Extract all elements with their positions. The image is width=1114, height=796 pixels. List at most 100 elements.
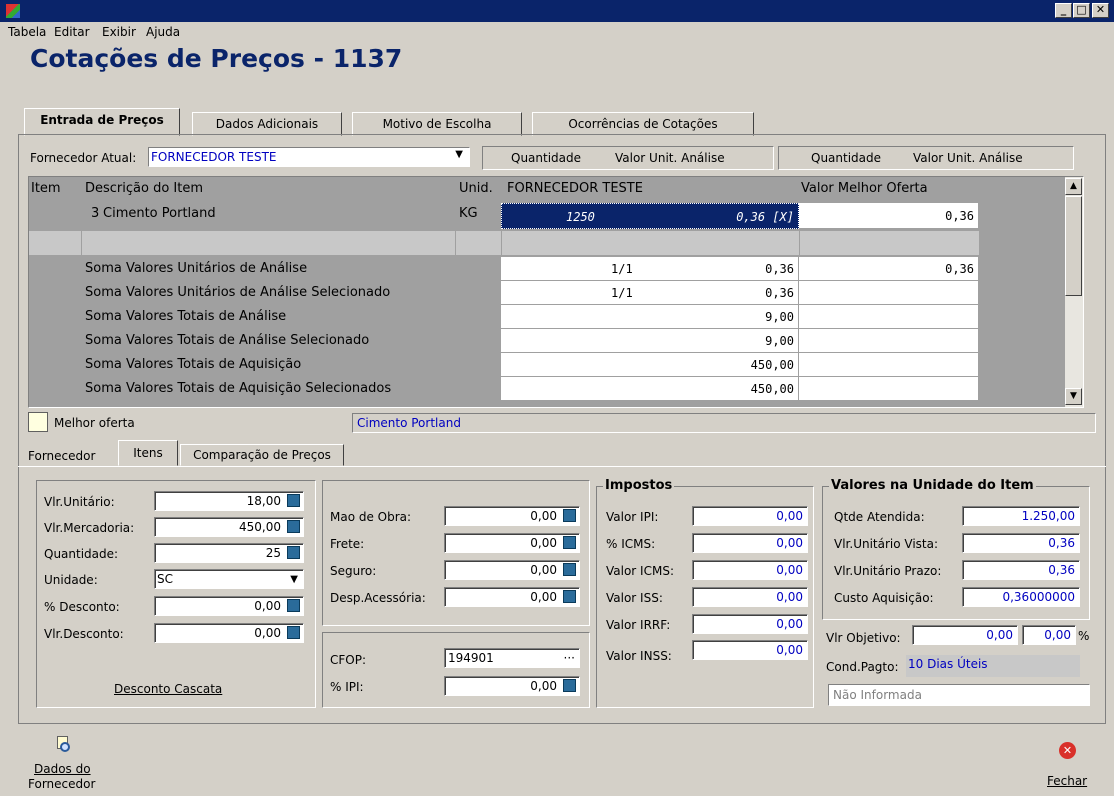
app-icon [6,4,20,18]
items-grid: Item Descrição do Item Unid. FORNECEDOR … [28,176,1084,408]
fiscal-group [322,632,590,708]
maximize-button[interactable]: □ [1073,3,1090,18]
vlr-mercadoria-input[interactable]: 450,00 [154,517,304,537]
menu-tabela[interactable]: Tabela [8,25,46,39]
seguro-input[interactable]: 0,00 [444,560,580,580]
sum-best-cell [799,377,979,401]
fechar-button[interactable]: Fechar [1047,774,1087,788]
pct-ipi-input[interactable]: 0,00 [444,676,580,696]
pct-sign: % [1078,629,1090,643]
calculator-icon[interactable] [563,509,576,522]
minimize-button[interactable]: _ [1055,3,1072,18]
cond-pagto-field[interactable]: 10 Dias Úteis [906,655,1080,677]
divider [799,231,800,255]
sum-best-cell: 0,36 [799,257,979,281]
menu-bar: Tabela Editar Exibir Ajuda [0,22,1114,42]
scroll-thumb[interactable] [1065,196,1082,296]
scroll-down-arrow-icon[interactable]: ▼ [1065,388,1082,405]
supplier-value: FORNECEDOR TESTE [151,150,277,164]
best-offer-cell: 0,36 [799,203,979,229]
subtab-itens[interactable]: Itens [118,440,178,466]
empty-row [29,231,979,255]
close-icon[interactable]: ✕ [1059,742,1076,759]
vlr-unitario-input[interactable]: 18,00 [154,491,304,511]
divider [501,231,502,255]
calculator-icon[interactable] [287,546,300,559]
quantidade-input[interactable]: 25 [154,543,304,563]
quantidade-label: Quantidade: [44,547,119,561]
row-item-desc[interactable]: Cimento Portland [85,206,216,221]
divider [81,231,82,255]
scroll-up-arrow-icon[interactable]: ▲ [1065,178,1082,195]
ellipsis-icon[interactable]: ··· [564,649,575,667]
menu-ajuda[interactable]: Ajuda [146,25,180,39]
col-header-best: Valor Melhor Oferta [801,181,928,196]
vlr-desconto-input[interactable]: 0,00 [154,623,304,643]
tab-motivo-escolha[interactable]: Motivo de Escolha [352,112,522,136]
header-unit-1: Valor Unit. Análise [615,151,725,165]
impostos-label: Valor IPI: [606,510,659,524]
pct-desconto-input[interactable]: 0,00 [154,596,304,616]
header-qty-1: Quantidade [511,151,582,165]
valor-ipi-field: 0,00 [692,506,808,526]
sum-value-cell: 9,00 [501,329,799,353]
best-offer-label: Melhor oferta [54,416,135,430]
supplier-data-icon[interactable] [54,734,72,754]
sum-best-cell [799,329,979,353]
sum-value-cell: 450,00 [501,353,799,377]
subtab-fornecedor[interactable]: Fornecedor [28,449,95,463]
col-header-item: Item [31,181,61,196]
tab-ocorrencias-cotacoes[interactable]: Ocorrências de Cotações [532,112,754,136]
vlr-unitario-vista-label: Vlr.Unitário Vista: [834,537,939,551]
vlr-unitario-prazo-field: 0,36 [962,560,1080,580]
sum-value-cell: 1/1 0,36 [501,257,799,281]
calculator-icon[interactable] [563,536,576,549]
seguro-label: Seguro: [330,564,377,578]
menu-editar[interactable]: Editar [54,25,90,39]
desconto-cascata-button[interactable]: Desconto Cascata [114,682,222,696]
valor-iss-field: 0,00 [692,587,808,607]
cfop-input[interactable]: 194901 ··· [444,648,580,668]
frete-label: Frete: [330,537,365,551]
unidade-select[interactable]: SC ▼ [154,569,304,589]
desp-acessoria-input[interactable]: 0,00 [444,587,580,607]
vlr-objetivo-pct-input[interactable]: 0,00 [1022,625,1076,645]
calculator-icon[interactable] [563,563,576,576]
custo-aquisicao-field: 0,36000000 [962,587,1080,607]
tab-dados-adicionais[interactable]: Dados Adicionais [192,112,342,136]
frete-input[interactable]: 0,00 [444,533,580,553]
sum-label: Soma Valores Totais de Análise Seleciona… [85,333,370,348]
supplier-select[interactable]: FORNECEDOR TESTE ▼ [148,147,470,167]
mao-obra-input[interactable]: 0,00 [444,506,580,526]
custo-aquisicao-label: Custo Aquisição: [834,591,934,605]
selected-item-field: Cimento Portland [352,413,1096,433]
dados-fornecedor-label-2: Fornecedor [28,777,96,791]
calculator-icon[interactable] [563,679,576,692]
calculator-icon[interactable] [287,626,300,639]
sum-label: Soma Valores Totais de Aquisição Selecio… [85,381,392,396]
impostos-label: Valor IRRF: [606,618,671,632]
nao-informada-field[interactable]: Não Informada [828,684,1090,706]
dados-fornecedor-button[interactable]: Dados do [34,762,91,776]
sum-label: Soma Valores Unitários de Análise [85,261,308,276]
qtde-atendida-field: 1.250,00 [962,506,1080,526]
calculator-icon[interactable] [287,599,300,612]
close-window-button[interactable]: ✕ [1092,3,1109,18]
pct-ipi-label: % IPI: [330,680,364,694]
vlr-desconto-label: Vlr.Desconto: [44,627,124,641]
divider [455,231,456,255]
calculator-icon[interactable] [287,520,300,533]
sum-label: Soma Valores Unitários de Análise Seleci… [85,285,391,300]
menu-exibir[interactable]: Exibir [102,25,136,39]
supplier-header-box-2: Quantidade Valor Unit. Análise [778,146,1074,170]
subtab-comparacao-precos[interactable]: Comparação de Preços [180,444,344,466]
title-bar [0,0,1114,22]
calculator-icon[interactable] [287,494,300,507]
tab-entrada-precos[interactable]: Entrada de Preços [24,108,180,136]
calculator-icon[interactable] [563,590,576,603]
impostos-label: % ICMS: [606,537,656,551]
vlr-objetivo-input[interactable]: 0,00 [912,625,1018,645]
selected-price-cell[interactable]: 1250 0,36 [X] [501,203,799,229]
vlr-unitario-vista-field: 0,36 [962,533,1080,553]
row-item-qty: 1250 [566,210,595,224]
